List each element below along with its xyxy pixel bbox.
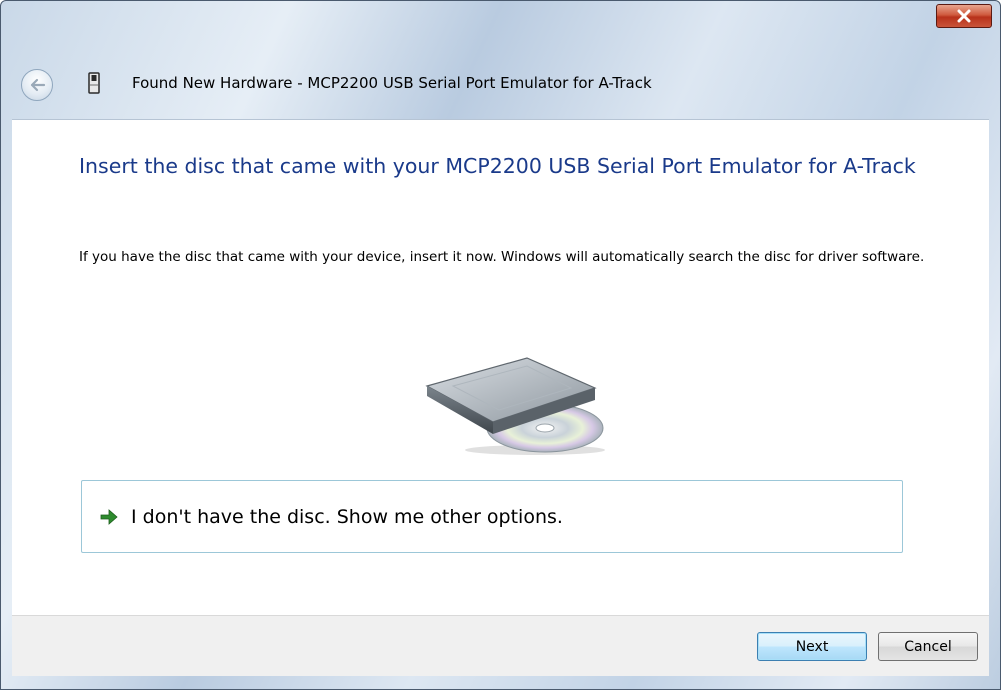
button-bar: Next Cancel xyxy=(12,615,989,676)
usb-device-icon xyxy=(88,72,100,94)
disc-drive-icon xyxy=(425,357,605,455)
close-icon xyxy=(957,9,971,23)
page-heading: Insert the disc that came with your MCP2… xyxy=(79,154,916,178)
wizard-window: Found New Hardware - MCP2200 USB Serial … xyxy=(0,0,1001,690)
back-arrow-icon xyxy=(30,78,46,92)
no-disc-option[interactable]: I don't have the disc. Show me other opt… xyxy=(81,480,903,553)
title-bar: Found New Hardware - MCP2200 USB Serial … xyxy=(1,1,1000,121)
cancel-button[interactable]: Cancel xyxy=(878,632,978,661)
green-arrow-icon xyxy=(100,508,118,525)
content-panel: Insert the disc that came with your MCP2… xyxy=(12,119,989,616)
window-title: Found New Hardware - MCP2200 USB Serial … xyxy=(132,74,652,92)
next-button[interactable]: Next xyxy=(757,632,867,661)
close-button[interactable] xyxy=(936,4,992,28)
no-disc-option-label: I don't have the disc. Show me other opt… xyxy=(131,505,563,528)
instruction-text: If you have the disc that came with your… xyxy=(79,249,925,265)
back-button[interactable] xyxy=(21,69,53,101)
